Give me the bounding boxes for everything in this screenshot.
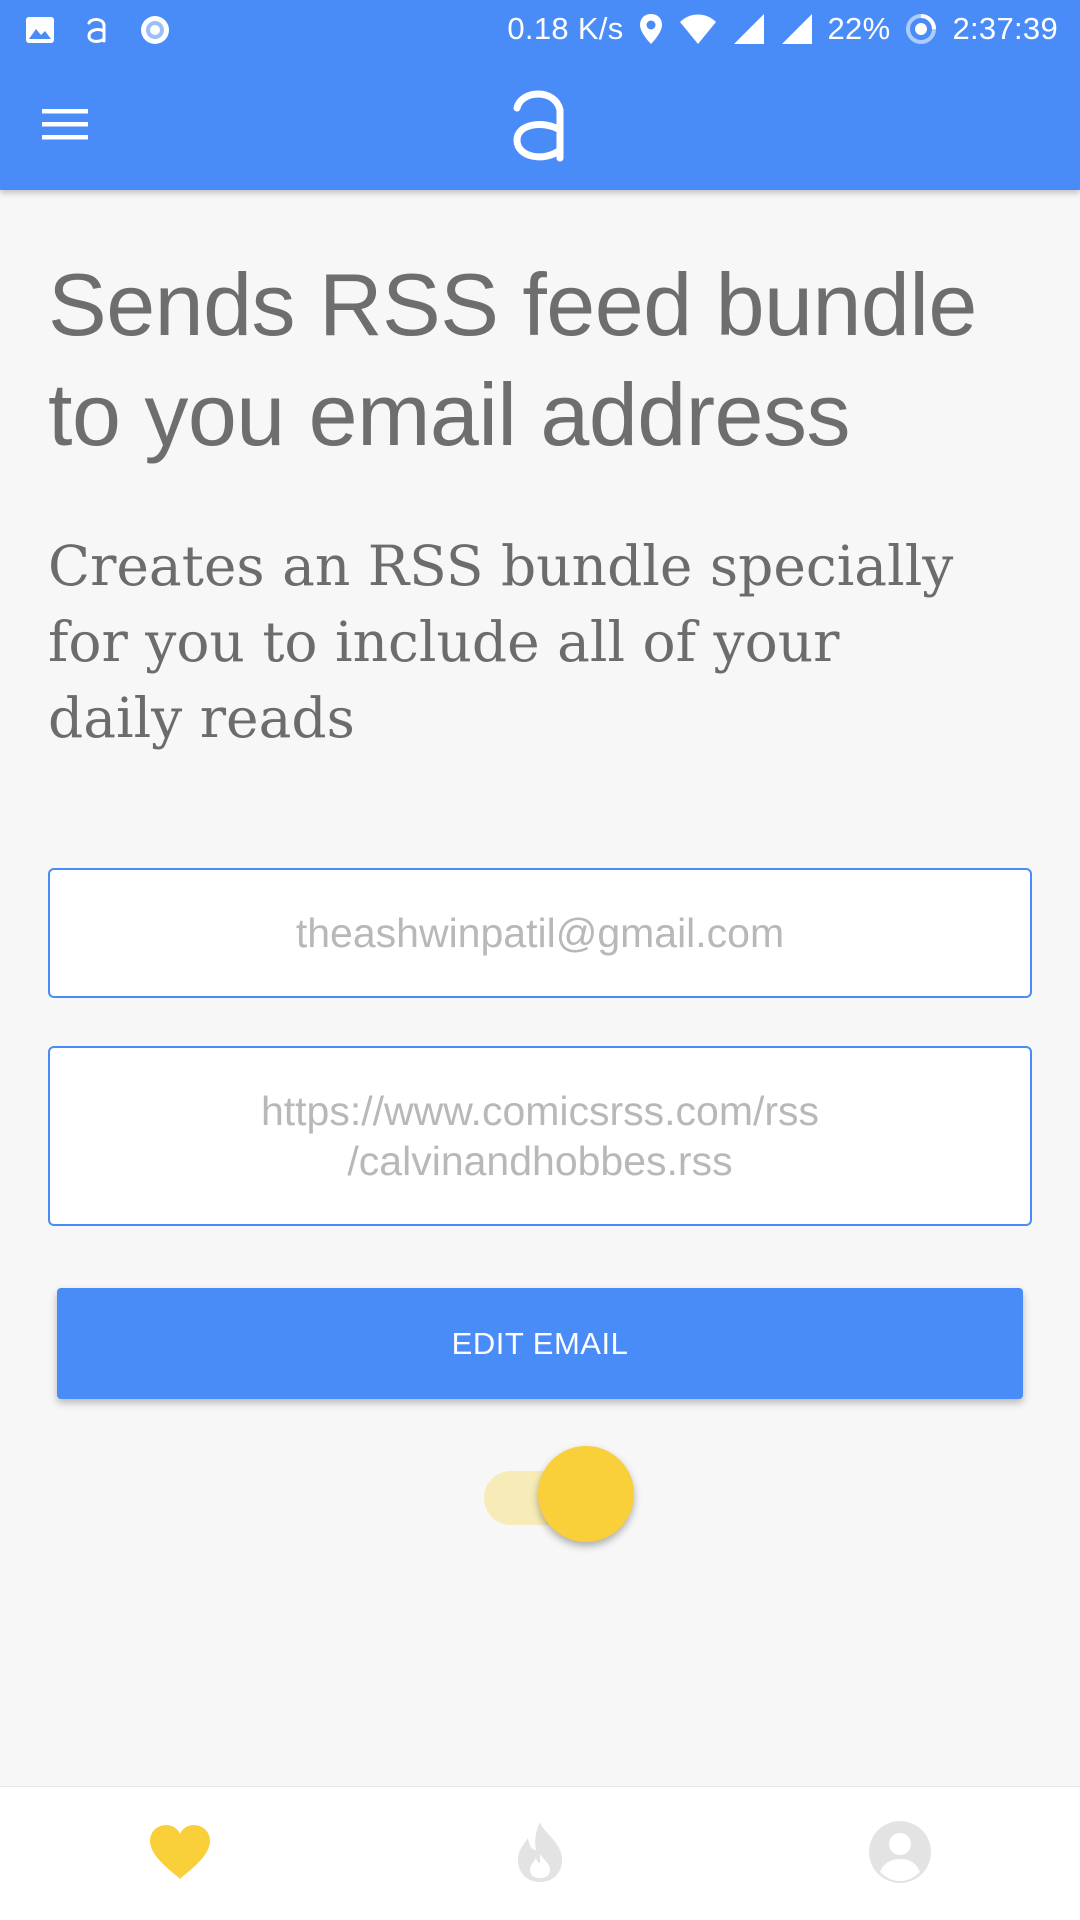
- email-field-placeholder: theashwinpatil@gmail.com: [295, 910, 785, 956]
- battery-percentage: 22%: [827, 11, 891, 46]
- clock: 2:37:39: [952, 11, 1058, 46]
- network-speed: 0.18 K/s: [507, 11, 624, 46]
- location-icon: [638, 12, 664, 46]
- rss-url-field-placeholder: https://www.comicsrss.com/rss /calvinand…: [261, 1086, 819, 1186]
- nav-item-profile[interactable]: [720, 1787, 1080, 1920]
- hamburger-menu-icon[interactable]: [30, 92, 100, 156]
- rss-url-placeholder-line2: /calvinandhobbes.rss: [347, 1138, 733, 1184]
- toggle-thumb[interactable]: [538, 1446, 634, 1542]
- flame-icon: [514, 1820, 566, 1889]
- status-bar-right: 0.18 K/s 22% 2:37:39: [507, 8, 1058, 50]
- profile-icon: [868, 1820, 932, 1889]
- page-subheadline: Creates an RSS bundle specially for you …: [48, 534, 954, 750]
- app-logo-icon: [84, 14, 110, 46]
- edit-email-button[interactable]: EDIT EMAIL: [57, 1288, 1023, 1399]
- heart-icon: [148, 1823, 212, 1886]
- top-bar: 0.18 K/s 22% 2:37:39: [0, 0, 1080, 190]
- email-field[interactable]: theashwinpatil@gmail.com: [48, 868, 1032, 998]
- rss-url-field[interactable]: https://www.comicsrss.com/rss /calvinand…: [48, 1046, 1032, 1226]
- status-bar-left: [24, 10, 172, 50]
- app-bar: [0, 58, 1080, 190]
- nav-item-trending[interactable]: [360, 1787, 720, 1920]
- rss-url-placeholder-line1: https://www.comicsrss.com/rss: [260, 1088, 820, 1134]
- nav-item-favorites[interactable]: [0, 1787, 360, 1920]
- status-bar: 0.18 K/s 22% 2:37:39: [0, 0, 1080, 58]
- image-icon: [24, 14, 56, 46]
- app-screen: 0.18 K/s 22% 2:37:39 Sends RSS feed bund…: [0, 0, 1080, 1920]
- signal-icon: [780, 12, 814, 46]
- signal-icon: [732, 12, 766, 46]
- bottom-navigation: [0, 1786, 1080, 1920]
- wifi-icon: [678, 12, 718, 46]
- app-logo-icon: [505, 78, 575, 170]
- circle-notification-icon: [138, 13, 172, 47]
- feature-toggle[interactable]: [484, 1446, 634, 1546]
- battery-saver-icon: [904, 12, 938, 46]
- page-headline: Sends RSS feed bundle to you email addre…: [48, 255, 977, 464]
